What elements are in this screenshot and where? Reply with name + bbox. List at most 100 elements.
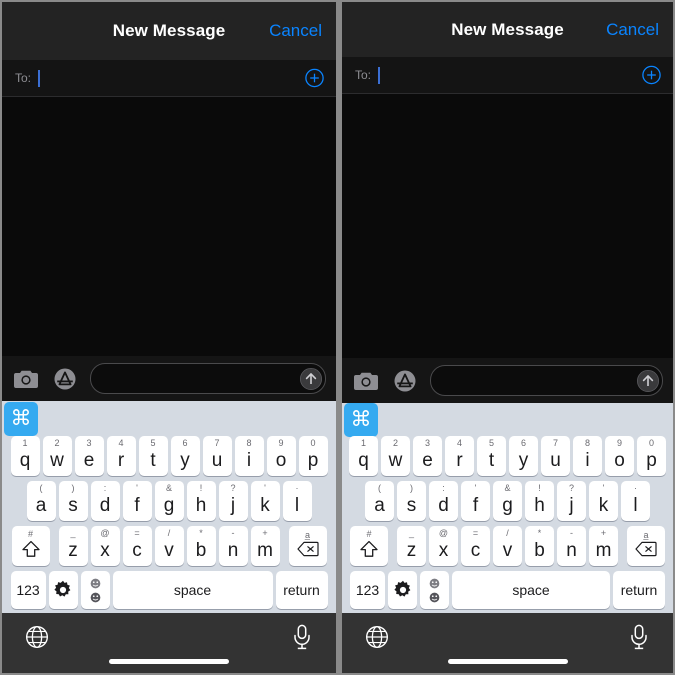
- key-o[interactable]: 9o: [605, 436, 634, 476]
- shift-key[interactable]: #: [350, 526, 388, 566]
- key-g[interactable]: & g: [493, 481, 522, 521]
- key-label: q: [19, 450, 31, 471]
- key-y[interactable]: 6y: [170, 436, 200, 476]
- key-r[interactable]: 4r: [445, 436, 474, 476]
- key-a[interactable]: (a: [365, 481, 394, 521]
- key-x[interactable]: @ x: [429, 526, 458, 566]
- key-n[interactable]: -n: [557, 526, 586, 566]
- delete-key[interactable]: a̲: [288, 526, 327, 566]
- plus-circle-icon[interactable]: [642, 65, 661, 85]
- command-key-strip: ⌘: [342, 402, 673, 437]
- key-z[interactable]: _ z: [397, 526, 426, 566]
- key-label: b: [195, 540, 207, 561]
- key-b[interactable]: * b: [525, 526, 554, 566]
- key-q[interactable]: 1q: [10, 436, 40, 476]
- key-i[interactable]: 8i: [234, 436, 264, 476]
- key-k[interactable]: ' k: [250, 481, 280, 521]
- space-key[interactable]: space: [452, 571, 610, 609]
- camera-icon[interactable]: [352, 367, 380, 395]
- space-key[interactable]: space: [112, 571, 273, 609]
- microphone-icon[interactable]: [626, 624, 651, 650]
- delete-key[interactable]: a̲: [627, 526, 665, 566]
- key-t[interactable]: 5t: [477, 436, 506, 476]
- cancel-button[interactable]: Cancel: [606, 20, 659, 40]
- key-i[interactable]: 8i: [573, 436, 602, 476]
- numeric-mode-label: 123: [355, 582, 380, 598]
- numeric-mode-key[interactable]: 123: [10, 571, 46, 609]
- key-e[interactable]: 3e: [74, 436, 104, 476]
- gear-icon[interactable]: [48, 571, 78, 609]
- key-d[interactable]: :d: [90, 481, 120, 521]
- app-store-icon[interactable]: [51, 365, 79, 393]
- key-t[interactable]: 5t: [138, 436, 168, 476]
- key-alt-label: -: [231, 528, 235, 538]
- key-label: r: [117, 450, 125, 471]
- key-y[interactable]: 6y: [509, 436, 538, 476]
- return-key-label: return: [620, 582, 658, 598]
- key-alt-label: @: [100, 528, 110, 538]
- return-key[interactable]: return: [613, 571, 665, 609]
- key-l[interactable]: · l: [621, 481, 650, 521]
- message-input[interactable]: [430, 365, 663, 396]
- key-d[interactable]: :d: [429, 481, 458, 521]
- key-e[interactable]: 3e: [413, 436, 442, 476]
- key-k[interactable]: ' k: [589, 481, 618, 521]
- camera-icon[interactable]: [12, 365, 40, 393]
- return-key[interactable]: return: [275, 571, 328, 609]
- numeric-mode-key[interactable]: 123: [350, 571, 385, 609]
- gear-icon[interactable]: [388, 571, 417, 609]
- key-q[interactable]: 1q: [349, 436, 378, 476]
- recipient-field[interactable]: To:: [342, 57, 673, 94]
- key-u[interactable]: 7u: [202, 436, 232, 476]
- key-o[interactable]: 9o: [266, 436, 296, 476]
- command-key-glyph: ⌘: [350, 408, 372, 431]
- key-x[interactable]: @ x: [90, 526, 120, 566]
- globe-icon[interactable]: [364, 625, 389, 650]
- key-s[interactable]: ) s: [397, 481, 426, 521]
- key-label: e: [422, 450, 433, 471]
- key-h[interactable]: ! h: [525, 481, 554, 521]
- shift-key[interactable]: #: [11, 526, 50, 566]
- key-z[interactable]: _ z: [58, 526, 88, 566]
- globe-icon[interactable]: [24, 625, 49, 650]
- key-b[interactable]: * b: [186, 526, 216, 566]
- key-l[interactable]: · l: [282, 481, 312, 521]
- key-v[interactable]: / v: [493, 526, 522, 566]
- key-f[interactable]: ' f: [122, 481, 152, 521]
- keyboard-row-3: # _ z @ x = c / v * b -n + m a̲: [342, 526, 673, 566]
- key-j[interactable]: ? j: [557, 481, 586, 521]
- app-store-icon[interactable]: [391, 367, 419, 395]
- key-alt-label: *: [199, 528, 203, 538]
- send-arrow-up-icon[interactable]: [299, 367, 323, 391]
- key-n[interactable]: -n: [218, 526, 248, 566]
- key-j[interactable]: ? j: [218, 481, 248, 521]
- key-r[interactable]: 4r: [106, 436, 136, 476]
- key-f[interactable]: ' f: [461, 481, 490, 521]
- key-c[interactable]: = c: [122, 526, 152, 566]
- recipient-field[interactable]: To:: [2, 60, 336, 97]
- cancel-button[interactable]: Cancel: [269, 21, 322, 41]
- key-s[interactable]: ) s: [58, 481, 88, 521]
- command-key[interactable]: ⌘: [4, 401, 38, 436]
- key-c[interactable]: = c: [461, 526, 490, 566]
- message-input[interactable]: [90, 363, 326, 394]
- key-p[interactable]: 0p: [637, 436, 666, 476]
- key-h[interactable]: ! h: [186, 481, 216, 521]
- command-key[interactable]: ⌘: [344, 402, 378, 437]
- microphone-icon[interactable]: [289, 624, 314, 650]
- key-v[interactable]: / v: [154, 526, 184, 566]
- plus-circle-icon[interactable]: [305, 68, 324, 88]
- key-g[interactable]: & g: [154, 481, 184, 521]
- key-m[interactable]: + m: [589, 526, 618, 566]
- key-a[interactable]: (a: [26, 481, 56, 521]
- key-alt-label: 8: [584, 438, 590, 448]
- key-w[interactable]: 2w: [42, 436, 72, 476]
- key-w[interactable]: 2w: [381, 436, 410, 476]
- row-spacer: [281, 526, 287, 566]
- emoji-faces-icon[interactable]: [80, 571, 110, 609]
- key-m[interactable]: + m: [250, 526, 280, 566]
- key-p[interactable]: 0p: [298, 436, 328, 476]
- emoji-faces-icon[interactable]: [420, 571, 449, 609]
- key-u[interactable]: 7u: [541, 436, 570, 476]
- send-arrow-up-icon[interactable]: [636, 369, 660, 393]
